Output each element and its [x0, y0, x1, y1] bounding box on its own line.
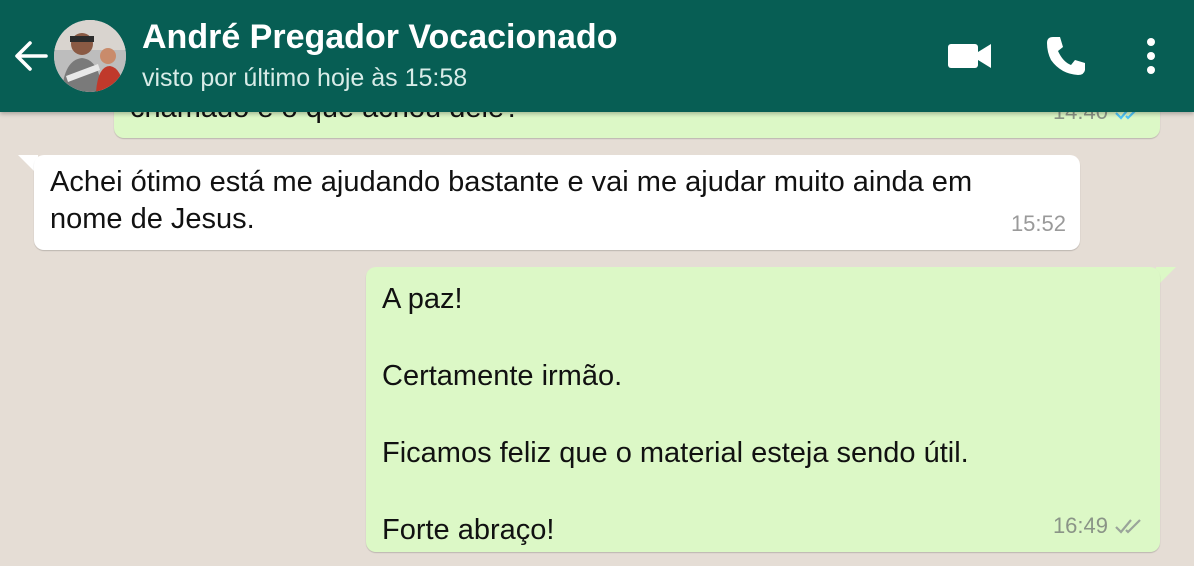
message-text: Achei ótimo está me ajudando bastante e …	[50, 166, 981, 235]
avatar-photo	[54, 20, 126, 92]
more-vertical-icon[interactable]	[1134, 34, 1168, 78]
message-time: 16:49	[1052, 513, 1108, 538]
video-camera-icon[interactable]	[946, 38, 994, 74]
avatar[interactable]	[54, 20, 126, 92]
message-time: 15:52	[1010, 211, 1066, 236]
arrow-left-icon[interactable]	[10, 36, 52, 76]
phone-icon[interactable]	[1044, 34, 1088, 78]
double-check-delivered-icon	[1115, 518, 1141, 534]
contact-name[interactable]: André Pregador Vocacionado	[142, 18, 617, 57]
message-text: A paz! Certamente irmão. Ficamos feliz q…	[382, 283, 969, 546]
message-incoming[interactable]: Achei ótimo está me ajudando bastante e …	[34, 155, 1080, 250]
message-outgoing[interactable]: A paz! Certamente irmão. Ficamos feliz q…	[366, 267, 1160, 552]
last-seen-status: visto por último hoje às 15:58	[142, 64, 468, 92]
chat-header: André Pregador Vocacionado visto por últ…	[0, 0, 1194, 112]
message-meta: 15:52	[1011, 205, 1066, 242]
message-meta: 16:49	[1053, 507, 1146, 544]
